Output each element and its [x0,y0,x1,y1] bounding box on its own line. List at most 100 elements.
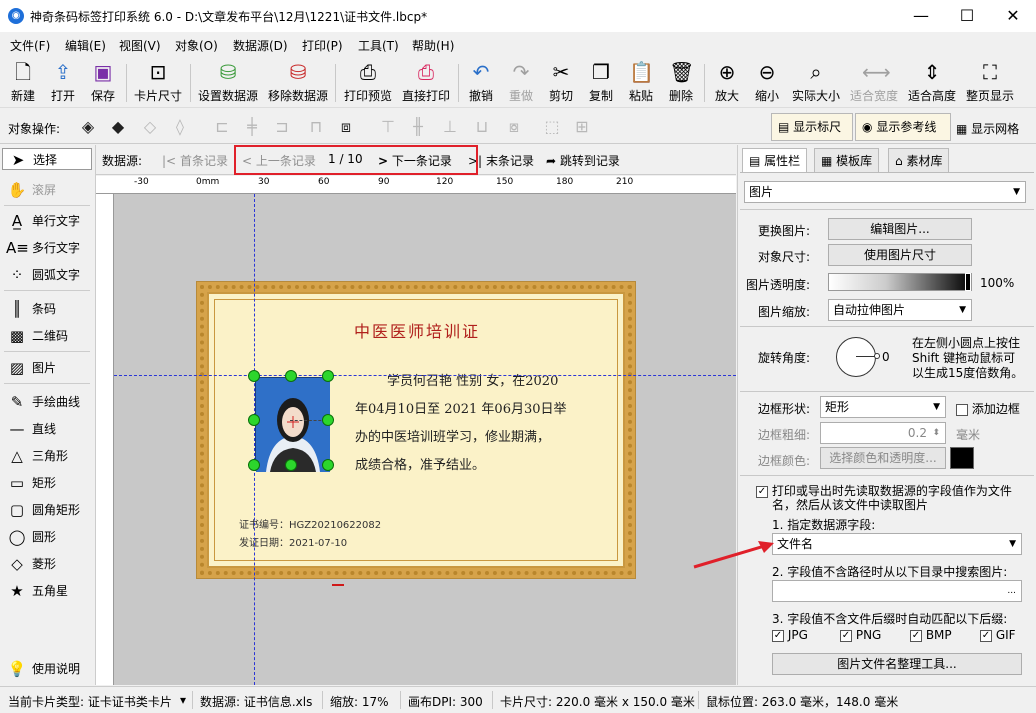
align-center-icon[interactable]: ╪ [242,118,262,136]
space-v-icon[interactable]: ⧇ [504,118,524,136]
distribute-h-icon[interactable]: ⊓ [306,118,326,136]
menu-file[interactable]: 文件(F) [10,37,50,54]
resize-handle-ne[interactable] [322,370,334,382]
copy-button[interactable]: ❐ 复制 [586,60,616,106]
ext-gif-checkbox[interactable]: ✓ GIF [980,628,1016,642]
border-width-input[interactable]: 0.2 ⬍ [820,422,946,444]
opacity-slider-knob[interactable] [965,273,971,291]
tool-arc-text[interactable]: ⁘ 圆弧文字 [2,261,92,287]
edit-image-button[interactable]: 编辑图片... [828,218,972,240]
show-grid-toggle[interactable]: ▦ 显示网格 [956,120,1019,137]
delete-button[interactable]: 🗑 删除 [666,60,696,106]
layer-down-icon[interactable]: ◇ [140,118,160,136]
resize-handle-s[interactable] [285,459,297,471]
show-ruler-toggle[interactable]: ▤ 显示标尺 [771,113,853,141]
actual-size-button[interactable]: ⌕ 实际大小 [790,60,842,106]
search-dir-input[interactable]: ... [772,580,1022,602]
undo-button[interactable]: ↶ 撤销 [466,60,496,106]
browse-button[interactable]: ... [1007,581,1016,601]
close-button[interactable]: ✕ [990,0,1036,32]
maximize-button[interactable]: ☐ [944,0,990,32]
rotation-dial[interactable] [836,337,876,377]
rotation-dial-knob[interactable] [874,353,880,359]
card-size-button[interactable]: ⊡ 卡片尺寸 [132,60,184,106]
tool-star[interactable]: ★ 五角星 [2,577,92,603]
align-middle-icon[interactable]: ╫ [408,118,428,136]
align-right-icon[interactable]: ⊐ [272,118,292,136]
menu-print[interactable]: 打印(P) [302,37,343,54]
ext-bmp-checkbox[interactable]: ✓ BMP [910,628,952,642]
align-top-icon[interactable]: ⊤ [378,118,398,136]
tool-rect[interactable]: ▭ 矩形 [2,469,92,495]
resize-handle-e[interactable] [322,414,334,426]
tool-barcode[interactable]: ║ 条码 [2,295,92,321]
remove-datasource-button[interactable]: ⛁ 移除数据源 [266,60,330,106]
use-image-size-button[interactable]: 使用图片尺寸 [828,244,972,266]
menu-tools[interactable]: 工具(T) [358,37,399,54]
resize-handle-n[interactable] [285,370,297,382]
first-record-button[interactable]: |< 首条记录 [162,152,228,169]
resize-handle-se[interactable] [322,459,334,471]
design-canvas[interactable]: -30 0mm 30 60 90 120 150 180 210 中医医师培训证… [96,176,736,685]
tool-freehand[interactable]: ✎ 手绘曲线 [2,388,92,414]
full-page-button[interactable]: ⛶ 整页显示 [964,60,1016,106]
tool-scroll[interactable]: ✋ 滚屏 [2,176,92,202]
tab-assets[interactable]: ⌂ 素材库 [888,148,950,172]
resize-handle-nw[interactable] [248,370,260,382]
add-border-checkbox[interactable]: 添加边框 [956,400,1020,417]
layer-top-icon[interactable]: ◆ [108,118,128,136]
goto-record-button[interactable]: ➦ 跳转到记录 [546,152,620,169]
show-guides-toggle[interactable]: ◉ 显示参考线 [855,113,951,141]
tool-diamond[interactable]: ◇ 菱形 [2,550,92,576]
ungroup-icon[interactable]: ⊞ [572,118,592,136]
choose-color-button[interactable]: 选择颜色和透明度... [820,447,946,469]
fit-width-button[interactable]: ⟷ 适合宽度 [848,60,900,106]
menu-edit[interactable]: 编辑(E) [65,37,106,54]
set-datasource-button[interactable]: ⛁ 设置数据源 [196,60,260,106]
tool-line[interactable]: — 直线 [2,415,92,441]
certificate-line-2[interactable]: 年04月10日至 2021 年06月30日举 [355,398,567,417]
opacity-slider[interactable] [828,273,972,291]
zoom-in-button[interactable]: ⊕ 放大 [712,60,742,106]
tab-properties[interactable]: ▤ 属性栏 [742,148,808,172]
help-button[interactable]: 💡 使用说明 [2,655,92,681]
issue-date[interactable]: 发证日期：2021-07-10 [239,534,347,549]
new-button[interactable]: 🗋 新建 [8,60,38,106]
filename-tidy-button[interactable]: 图片文件名整理工具... [772,653,1022,675]
save-button[interactable]: ▣ 保存 [88,60,118,106]
resize-handle-sw[interactable] [248,459,260,471]
redo-button[interactable]: ↷ 重做 [506,60,536,106]
cert-number[interactable]: 证书编号：HGZ20210622082 [239,516,381,531]
certificate-title[interactable]: 中医医师培训证 [197,318,637,342]
border-color-swatch[interactable] [950,447,974,469]
cut-button[interactable]: ✂ 剪切 [546,60,576,106]
scale-select[interactable]: 自动拉伸图片 ▼ [828,299,972,321]
tab-templates[interactable]: ▦ 模板库 [814,148,880,172]
open-button[interactable]: ⇪ 打开 [48,60,78,106]
menu-datasource[interactable]: 数据源(D) [233,37,288,54]
zoom-out-button[interactable]: ⊖ 缩小 [752,60,782,106]
tool-triangle[interactable]: △ 三角形 [2,442,92,468]
object-type-select[interactable]: 图片 ▼ [744,181,1026,203]
tool-circle[interactable]: ◯ 圆形 [2,523,92,549]
layer-up-icon[interactable]: ◈ [78,118,98,136]
align-bottom-icon[interactable]: ⊥ [440,118,460,136]
fit-height-button[interactable]: ⇕ 适合高度 [906,60,958,106]
menu-view[interactable]: 视图(V) [119,37,161,54]
certificate-card[interactable]: 中医医师培训证 学员何召艳 性别 女，在2020 年04月10日至 2021 年… [196,281,636,579]
print-preview-button[interactable]: ⎙ 打印预览 [342,60,394,106]
tool-select[interactable]: ➤ 选择 [2,148,92,170]
certificate-line-1[interactable]: 学员何召艳 性别 女，在2020 [387,370,558,389]
ext-png-checkbox[interactable]: ✓ PNG [840,628,881,642]
certificate-line-3[interactable]: 办的中医培训班学习，修业期满， [355,426,550,445]
photo-image[interactable] [255,377,330,472]
space-h-icon[interactable]: ⧈ [336,118,356,136]
minimize-button[interactable]: — [898,0,944,32]
menu-object[interactable]: 对象(O) [175,37,218,54]
certificate-line-4[interactable]: 成绩合格，准予结业。 [355,454,485,473]
tool-single-text[interactable]: A̲ 单行文字 [2,207,92,233]
direct-print-button[interactable]: ⎙ 直接打印 [400,60,452,106]
tool-image[interactable]: ▨ 图片 [2,354,92,380]
paste-button[interactable]: 📋 粘贴 [626,60,656,106]
guide-line-vertical[interactable] [254,194,255,685]
